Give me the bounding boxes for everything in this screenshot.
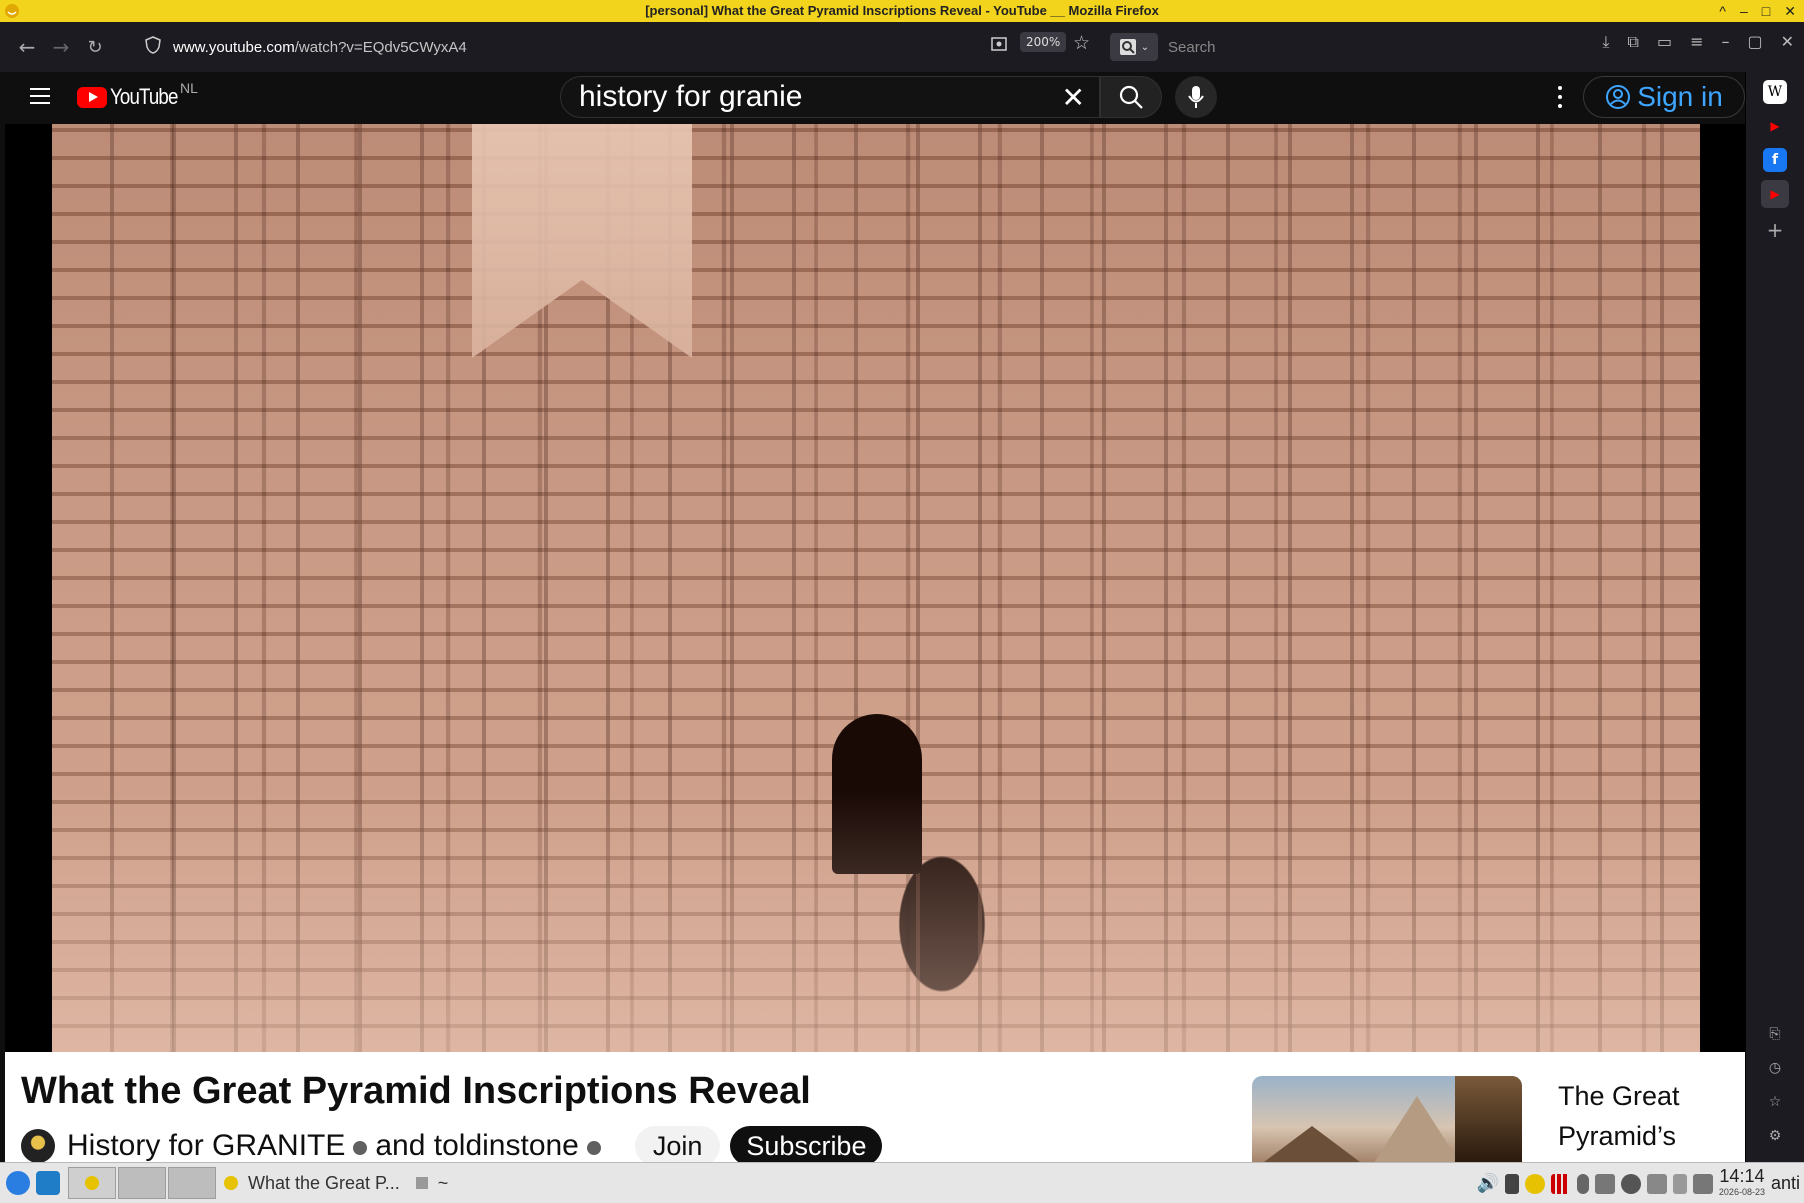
reload-icon[interactable]: ↻	[80, 32, 110, 62]
history-icon[interactable]: ◷	[1763, 1056, 1787, 1080]
window-maximize-button[interactable]: □	[1762, 0, 1770, 22]
bookmark-star-icon[interactable]: ☆	[1073, 32, 1090, 54]
clock[interactable]: 14:14 2026-08-23	[1718, 1165, 1765, 1200]
url-bar[interactable]: www.youtube.com/watch?v=EQdv5CWyxA4	[145, 30, 1075, 64]
microphone-icon	[1188, 86, 1204, 108]
close-icon[interactable]: ✕	[1781, 32, 1794, 52]
search-engine-selector[interactable]: ⌄	[1110, 33, 1158, 61]
menu-icon[interactable]: ≡	[1690, 32, 1703, 52]
youtube-search-button[interactable]	[1100, 76, 1162, 118]
terminal-task-label: ~	[437, 1172, 449, 1193]
url-text[interactable]: www.youtube.com/watch?v=EQdv5CWyxA4	[173, 39, 467, 56]
sign-in-label: Sign in	[1637, 81, 1723, 112]
youtube-logo[interactable]: YouTube NL	[77, 80, 198, 110]
voice-search-button[interactable]	[1175, 76, 1217, 118]
taskbar-task-label: What the Great P...	[248, 1172, 400, 1193]
video-info-panel: What the Great Pyramid Inscriptions Reve…	[5, 1052, 1745, 1166]
wikipedia-icon[interactable]: W	[1763, 80, 1787, 104]
video-player[interactable]	[5, 124, 1745, 1052]
channel-avatar[interactable]	[21, 1129, 55, 1163]
recommended-video-title[interactable]: The Great Pyramid’s	[1558, 1076, 1728, 1156]
extensions-icon[interactable]: ⧉	[1628, 32, 1639, 52]
window-shade-button[interactable]: ^	[1719, 0, 1726, 22]
synced-tabs-icon[interactable]: ⎘	[1763, 1022, 1787, 1046]
sign-in-button[interactable]: Sign in	[1583, 76, 1745, 118]
channel-row: History for GRANITE and toldinstone Join…	[21, 1126, 883, 1166]
channel-name-secondary[interactable]: and toldinstone	[375, 1129, 579, 1163]
sidebar-settings-icon[interactable]: ⚙	[1763, 1124, 1787, 1148]
back-icon[interactable]: ←	[12, 32, 42, 62]
restore-icon[interactable]: ▢	[1747, 32, 1762, 52]
sidebar-toggle-icon[interactable]: ▭	[1657, 32, 1672, 52]
taskbar-terminal-task[interactable]: ~	[408, 1167, 457, 1199]
download-icon[interactable]: ⤓	[1602, 32, 1609, 52]
start-menu-icon[interactable]	[6, 1171, 30, 1195]
chevron-down-icon: ⌄	[1140, 41, 1150, 53]
updates-icon[interactable]	[1524, 1173, 1545, 1194]
clock-date: 2026-08-23	[1718, 1186, 1765, 1197]
firefox-task-icon	[224, 1176, 238, 1190]
workspace-3[interactable]	[168, 1167, 216, 1199]
window-close-button[interactable]: ✕	[1784, 0, 1796, 22]
package-icon[interactable]	[1646, 1173, 1667, 1194]
verified-badge-icon	[586, 1141, 601, 1155]
video-title: What the Great Pyramid Inscriptions Reve…	[21, 1070, 811, 1112]
bookmarks-icon[interactable]: ☆	[1763, 1090, 1787, 1114]
account-icon	[1606, 85, 1631, 109]
youtube-wordmark: YouTube	[110, 84, 178, 109]
clear-search-icon[interactable]: ✕	[1062, 81, 1085, 114]
forward-icon[interactable]: →	[46, 32, 76, 62]
window-titlebar: [personal] What the Great Pyramid Inscri…	[0, 0, 1804, 22]
workspace-2[interactable]	[118, 1167, 166, 1199]
guide-menu-icon[interactable]	[30, 88, 50, 104]
taskbar: What the Great P... ~ 🔊 14:14 2026-08-23…	[0, 1162, 1804, 1203]
channel-names[interactable]: History for GRANITE and toldinstone	[67, 1129, 609, 1163]
lock-icon[interactable]	[1576, 1173, 1589, 1194]
youtube-search-input[interactable]: history for granie ✕	[560, 76, 1100, 118]
window-minimize-button[interactable]: –	[1740, 0, 1748, 22]
recommended-video-thumbnail[interactable]	[1252, 1076, 1522, 1162]
minimize-icon[interactable]: –	[1721, 32, 1729, 52]
browser-search-box[interactable]: ⌄ Search	[1110, 31, 1530, 63]
add-panel-icon[interactable]: +	[1763, 218, 1787, 242]
facebook-icon[interactable]: f	[1763, 148, 1787, 172]
zoom-level-badge[interactable]: 200%	[1020, 32, 1067, 52]
clock-time: 14:14	[1719, 1165, 1765, 1186]
shield-icon[interactable]	[145, 36, 161, 58]
network-icon[interactable]	[1594, 1173, 1615, 1194]
channel-name-primary[interactable]: History for GRANITE	[67, 1129, 345, 1163]
search-icon	[1119, 85, 1143, 109]
youtube-play-icon	[77, 86, 107, 108]
verified-badge-icon	[353, 1141, 368, 1155]
taskbar-firefox-task[interactable]: What the Great P...	[216, 1167, 408, 1199]
firefox-sidebar: W ▶ f ▶ + ⎘ ◷ ☆ ⚙	[1745, 72, 1804, 1162]
window-title: [personal] What the Great Pyramid Inscri…	[645, 3, 1159, 18]
subscribe-button[interactable]: Subscribe	[730, 1126, 883, 1166]
app-icon	[4, 3, 20, 19]
country-code: NL	[180, 80, 198, 96]
desktop-icon[interactable]	[36, 1171, 60, 1195]
youtube-sidebar-active-icon[interactable]: ▶	[1761, 180, 1789, 208]
system-tray: 🔊 14:14 2026-08-23 anti	[1477, 1163, 1804, 1203]
search-query-text[interactable]: history for granie	[579, 80, 1062, 114]
volume-icon[interactable]: 🔊	[1477, 1173, 1499, 1194]
network-signal-icon[interactable]	[1550, 1173, 1571, 1194]
browser-navbar: ← → ↻ www.youtube.com/watch?v=EQdv5CWyxA…	[0, 22, 1804, 72]
screenshot-icon[interactable]	[990, 35, 1008, 57]
terminal-icon	[415, 1177, 428, 1189]
clipboard-icon[interactable]	[1504, 1173, 1519, 1194]
settings-kebab-icon[interactable]	[1550, 84, 1570, 110]
youtube-sidebar-icon[interactable]: ▶	[1763, 114, 1787, 138]
join-button[interactable]: Join	[634, 1126, 721, 1166]
workspace-1[interactable]	[68, 1167, 116, 1199]
video-frame-pyramid-stones[interactable]	[52, 124, 1700, 1052]
battery-icon[interactable]	[1672, 1173, 1687, 1194]
browser-search-placeholder[interactable]: Search	[1168, 39, 1216, 56]
youtube-header: YouTube NL history for granie ✕ Sign in	[5, 72, 1745, 124]
username-label: anti	[1770, 1173, 1800, 1193]
sync-icon[interactable]	[1620, 1173, 1641, 1194]
drive-icon[interactable]	[1692, 1173, 1713, 1194]
